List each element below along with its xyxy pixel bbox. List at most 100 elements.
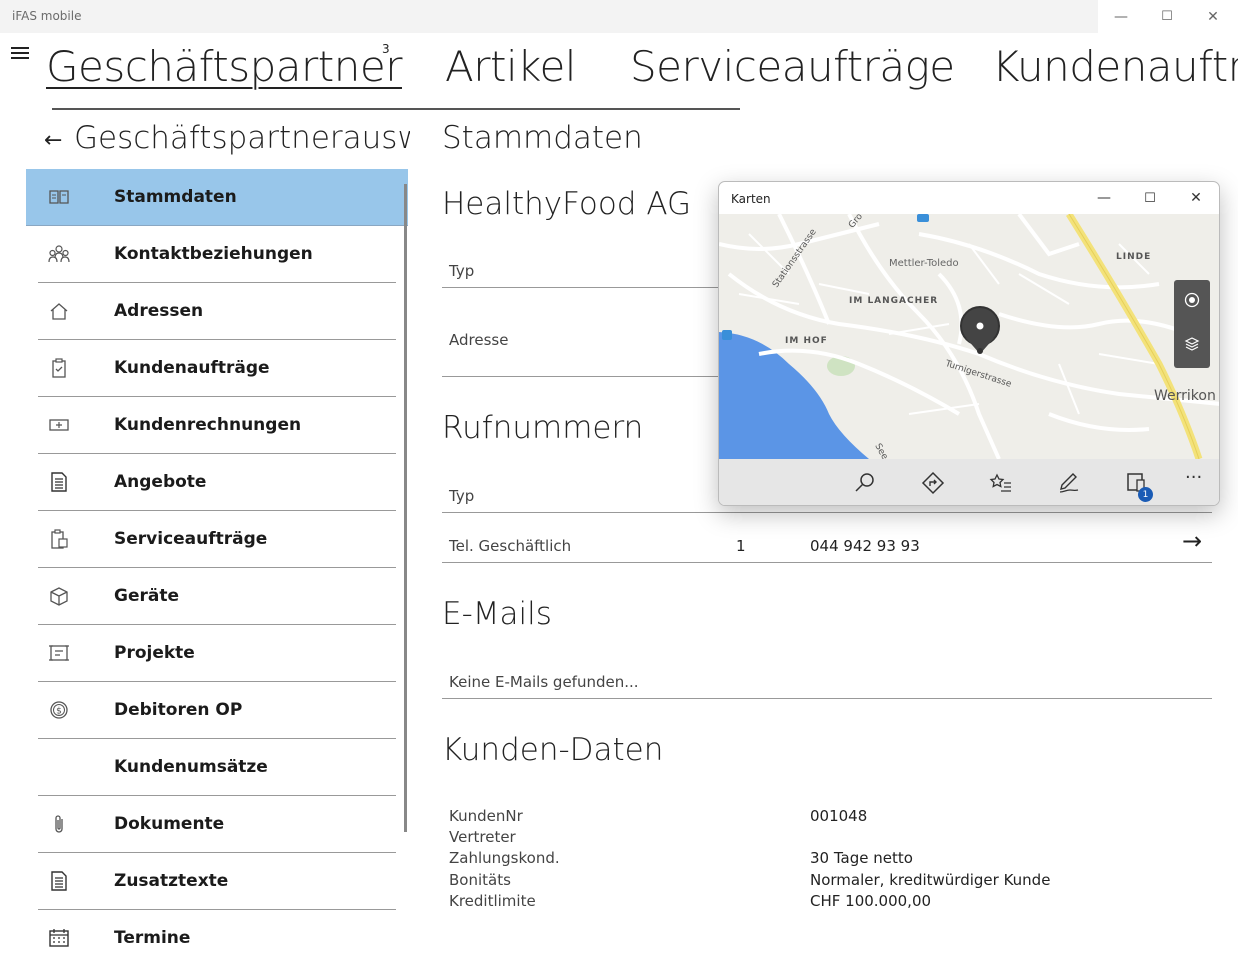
service-clipboard-icon (51, 529, 68, 549)
nav-kundenauftraege[interactable]: Kundenaufträge (992, 42, 1238, 91)
minimize-button[interactable]: — (1098, 0, 1144, 33)
top-navigation: Geschäftspartner 3 Artikel Serviceaufträ… (0, 36, 1238, 106)
menu-scrollbar[interactable] (404, 184, 407, 832)
menu-item-angebote[interactable]: Angebote (26, 454, 408, 511)
back-arrow-icon[interactable]: ← (44, 128, 62, 153)
kundennr-value: 001048 (810, 807, 868, 825)
menu-label: Projekte (114, 643, 195, 663)
bonitaet-label: Bonitäts (449, 871, 511, 889)
map-label-linde: LINDE (1116, 252, 1152, 262)
svg-text:$: $ (56, 707, 62, 717)
menu-item-kundenrechnungen[interactable]: Kundenrechnungen (26, 397, 408, 454)
menu-item-kundenumsaetze[interactable]: Kundenumsätze (26, 739, 408, 796)
phone-header-typ: Typ (449, 487, 475, 505)
menu-item-serviceauftraege[interactable]: Serviceaufträge (26, 511, 408, 568)
map-label-werrikon: Werrikon (1154, 388, 1216, 404)
maps-window[interactable]: Karten — ☐ ✕ Mettler-Toledo IM LANGACHER… (718, 181, 1220, 506)
map-label-mettler: Mettler-Toledo (889, 258, 959, 269)
adresse-label: Adresse (449, 331, 509, 349)
menu-label: Kundenumsätze (114, 757, 268, 777)
page-title: Stammdaten (442, 120, 643, 156)
search-icon[interactable] (853, 471, 877, 495)
menu-item-projekte[interactable]: Projekte (26, 625, 408, 682)
menu-item-termine[interactable]: Termine (26, 910, 408, 954)
document-list-icon (51, 472, 67, 492)
maps-toolbar: 1 ··· (719, 459, 1219, 505)
vertreter-label: Vertreter (449, 828, 516, 846)
app-title: iFAS mobile (12, 9, 82, 23)
rufnummern-title: Rufnummern (442, 410, 644, 446)
emails-title: E-Mails (442, 596, 552, 632)
phone-number: 044 942 93 93 (810, 537, 920, 555)
side-menu: Stammdaten Kontaktbeziehungen Adressen K… (26, 169, 408, 954)
arrow-right-icon[interactable]: → (1182, 527, 1202, 555)
menu-item-dokumente[interactable]: Dokumente (26, 796, 408, 853)
menu-label: Debitoren OP (114, 700, 243, 720)
menu-label: Adressen (114, 301, 204, 321)
menu-label: Stammdaten (114, 187, 237, 207)
maps-minimize-button[interactable]: — (1089, 188, 1119, 208)
zahlungskond-value: 30 Tage netto (810, 849, 913, 867)
layers-icon[interactable] (1184, 336, 1200, 352)
locate-me-icon[interactable] (1184, 292, 1200, 308)
more-options-icon[interactable]: ··· (1185, 467, 1209, 491)
maps-close-button[interactable]: ✕ (1181, 188, 1211, 208)
menu-item-zusatztexte[interactable]: Zusatztexte (26, 853, 408, 910)
kunden-daten-title: Kunden-Daten (442, 732, 664, 768)
directions-icon[interactable] (921, 471, 945, 495)
menu-label: Dokumente (114, 814, 225, 834)
invoice-icon (49, 419, 69, 431)
menu-label: Termine (114, 928, 191, 948)
menu-item-debitoren-op[interactable]: $ Debitoren OP (26, 682, 408, 739)
menu-label: Serviceaufträge (114, 529, 268, 549)
company-name: HealthyFood AG (442, 186, 692, 222)
bonitaet-value: Normaler, kreditwürdiger Kunde (810, 871, 1051, 889)
map-label-im-langacher: IM LANGACHER (849, 296, 939, 306)
maps-maximize-button[interactable]: ☐ (1135, 188, 1165, 208)
zahlungskond-label: Zahlungskond. (449, 849, 560, 867)
home-icon (50, 303, 68, 320)
calendar-icon (49, 929, 69, 947)
people-icon (48, 245, 70, 263)
nav-artikel[interactable]: Artikel (445, 42, 576, 91)
phone-nr: 1 (736, 537, 746, 555)
maximize-button[interactable]: ☐ (1144, 0, 1190, 33)
kreditlimite-label: Kreditlimite (449, 892, 536, 910)
book-icon (49, 190, 69, 204)
ink-pen-icon[interactable] (1057, 471, 1081, 495)
nav-divider (52, 108, 740, 110)
menu-item-stammdaten[interactable]: Stammdaten (26, 169, 408, 226)
clipboard-check-icon (52, 358, 66, 378)
menu-label: Geräte (114, 586, 179, 606)
kreditlimite-value: CHF 100.000,00 (810, 892, 932, 910)
menu-item-adressen[interactable]: Adressen (26, 283, 408, 340)
menu-item-geraete[interactable]: Geräte (26, 568, 408, 625)
maps-title: Karten (731, 192, 771, 206)
map-canvas[interactable]: Mettler-Toledo IM LANGACHER IM HOF LINDE… (719, 214, 1219, 459)
menu-item-kontaktbeziehungen[interactable]: Kontaktbeziehungen (26, 226, 408, 283)
menu-label: Kundenaufträge (114, 358, 270, 378)
text-document-icon (51, 871, 67, 891)
title-bar: iFAS mobile — ☐ ✕ (0, 0, 1238, 33)
menu-label: Zusatztexte (114, 871, 229, 891)
coin-icon: $ (50, 701, 68, 719)
menu-label: Kontaktbeziehungen (114, 244, 313, 264)
map-label-im-hof: IM HOF (785, 336, 828, 346)
nav-serviceauftraege[interactable]: Serviceaufträge (630, 42, 955, 91)
phone-row[interactable]: Tel. Geschäftlich 1 044 942 93 93 → (442, 523, 1212, 563)
phone-type: Tel. Geschäftlich (449, 537, 572, 555)
close-button[interactable]: ✕ (1190, 0, 1236, 33)
paperclip-icon (55, 815, 63, 833)
menu-item-kundenauftraege[interactable]: Kundenaufträge (26, 340, 408, 397)
project-icon (49, 645, 69, 661)
favorites-icon[interactable] (989, 471, 1013, 495)
box-icon (50, 587, 68, 606)
left-title: Geschäftspartnerauswahl (74, 120, 410, 156)
devices-badge: 1 (1138, 487, 1153, 502)
emails-empty: Keine E-Mails gefunden... (449, 673, 639, 691)
left-header: ← Geschäftspartnerauswahl (44, 118, 410, 162)
menu-label: Kundenrechnungen (114, 415, 302, 435)
nav-geschaeftspartner[interactable]: Geschäftspartner (46, 42, 402, 91)
map-side-controls (1174, 280, 1210, 368)
nav-badge: 3 (382, 42, 390, 56)
